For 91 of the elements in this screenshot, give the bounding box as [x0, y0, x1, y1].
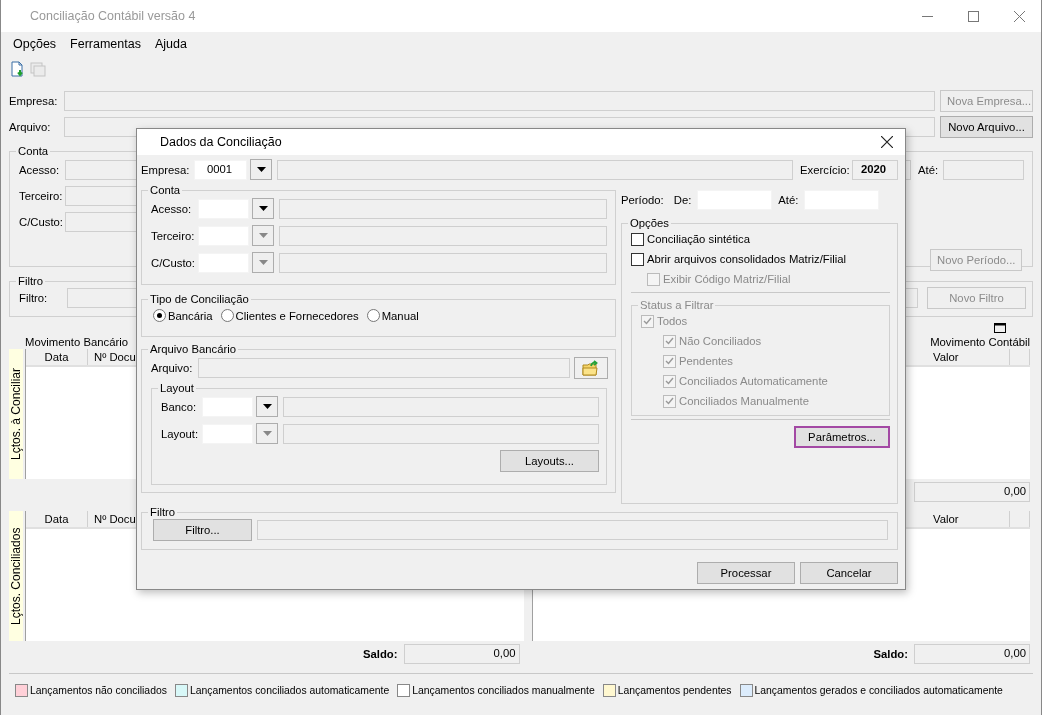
document-arrow-icon[interactable]	[10, 60, 26, 78]
new-file-button[interactable]: Novo Arquivo...	[940, 116, 1033, 138]
group-title: Conta	[149, 184, 182, 196]
field-label: Layout:	[161, 427, 200, 440]
group-title: Filtro	[17, 275, 45, 287]
radio-label[interactable]: Bancária	[168, 309, 213, 322]
menu-item[interactable]: Ajuda	[154, 37, 187, 51]
process-button[interactable]: Processar	[697, 562, 795, 584]
window-title: Conciliação Contábil versão 4	[29, 9, 197, 23]
input-field[interactable]	[279, 198, 607, 219]
balance-label: Saldo:	[362, 648, 398, 660]
caret-icon	[258, 260, 268, 265]
checkbox[interactable]	[631, 252, 644, 266]
column-header[interactable]: Valor	[907, 349, 1010, 365]
legend-label: Lançamentos conciliados automaticamente	[189, 685, 390, 696]
dropdown-button[interactable]	[252, 198, 274, 219]
balance-field: 0,00	[914, 482, 1030, 502]
open-file-button[interactable]	[574, 356, 608, 379]
field-label: Empresa:	[9, 95, 59, 107]
input-field[interactable]	[943, 160, 1024, 180]
balance-field: 0,00	[403, 644, 520, 664]
column-header[interactable]: Data	[26, 349, 88, 365]
field-label: Terceiro:	[151, 229, 196, 242]
input-field[interactable]	[279, 225, 607, 246]
dropdown-button[interactable]	[256, 396, 278, 417]
input-field[interactable]	[277, 159, 793, 180]
menu-item[interactable]: Ferramentas	[70, 37, 141, 51]
folder-arrow-icon	[582, 359, 600, 376]
radio-button[interactable]	[153, 309, 166, 322]
balance-label: Saldo:	[873, 648, 908, 660]
panel-title: Movimento Bancário	[25, 336, 128, 348]
field-label: Acesso:	[19, 164, 61, 176]
input-field[interactable]	[198, 357, 570, 378]
group-title: Opções	[629, 217, 670, 229]
input-field[interactable]: 0001	[194, 159, 247, 180]
legend-label: Lançamentos conciliados manualmente	[412, 685, 595, 696]
radio-label[interactable]: Manual	[381, 309, 419, 322]
window-icon[interactable]	[994, 323, 1006, 333]
balance-field: 0,00	[914, 644, 1030, 664]
checkbox[interactable]	[631, 232, 644, 246]
group-title: Layout	[159, 382, 195, 394]
field-label: Acesso:	[151, 202, 193, 215]
filter-button[interactable]: Filtro...	[153, 519, 252, 541]
radio-button[interactable]	[220, 309, 234, 322]
group-title: Conta	[17, 145, 50, 157]
field-label: Até:	[918, 164, 940, 176]
input-field[interactable]	[279, 252, 607, 273]
side-label: Lçtos. Conciliados	[9, 511, 23, 641]
caret-icon	[262, 431, 272, 436]
maximize-icon[interactable]	[968, 10, 979, 22]
field-label: Período:	[621, 194, 664, 206]
group-title: Arquivo Bancário	[149, 343, 238, 355]
parameters-button[interactable]: Parâmetros...	[794, 426, 890, 448]
field-label: Banco:	[161, 400, 198, 413]
field-label: Exercício:	[800, 163, 851, 176]
checkbox-label[interactable]: Abrir arquivos consolidados Matriz/Filial	[647, 253, 847, 265]
input-field[interactable]	[64, 91, 935, 111]
field-label: Arquivo:	[151, 361, 194, 374]
cancel-button[interactable]: Cancelar	[800, 562, 898, 584]
field-label: Até:	[778, 194, 799, 206]
menu-item[interactable]: Opções	[13, 37, 57, 51]
caret-icon	[256, 167, 266, 172]
legend-label: Lançamentos pendentes	[617, 685, 732, 696]
close-icon[interactable]	[881, 136, 893, 148]
input-field[interactable]	[283, 423, 599, 444]
column-header[interactable]: Valor	[907, 511, 1010, 527]
legend-label: Lançamentos não conciliados	[30, 685, 167, 696]
year-field: 2020	[852, 159, 898, 180]
field-label: Filtro:	[19, 292, 49, 304]
group-title: Tipo de Conciliação	[149, 293, 250, 305]
input-field[interactable]	[283, 396, 599, 417]
side-label: Lçtos. à Conciliar	[9, 349, 23, 479]
legend-label: Lançamentos gerados e conciliados automaticamente	[754, 685, 1003, 696]
radio-label[interactable]: Clientes e Fornecedores	[235, 309, 359, 322]
group-title: Status a Filtrar	[639, 299, 715, 311]
caret-icon	[262, 404, 272, 409]
panel-title: Movimento Contábil	[930, 336, 1030, 348]
group-title: Filtro	[149, 506, 177, 518]
field-label: Arquivo:	[9, 121, 52, 133]
input-field[interactable]	[257, 520, 888, 540]
radio-button[interactable]	[366, 309, 380, 322]
dropdown-button[interactable]	[250, 159, 272, 180]
dialog-title: Dados da Conciliação	[160, 135, 282, 149]
column-header[interactable]: Data	[26, 511, 88, 527]
field-label: De:	[673, 194, 692, 206]
field-label: C/Custo:	[19, 216, 64, 228]
checkbox-label[interactable]: Conciliação sintética	[647, 233, 750, 245]
field-label: Empresa:	[141, 163, 191, 176]
field-label: C/Custo:	[151, 256, 196, 269]
field-label: Terceiro:	[19, 190, 64, 202]
layouts-button[interactable]: Layouts...	[500, 450, 599, 472]
